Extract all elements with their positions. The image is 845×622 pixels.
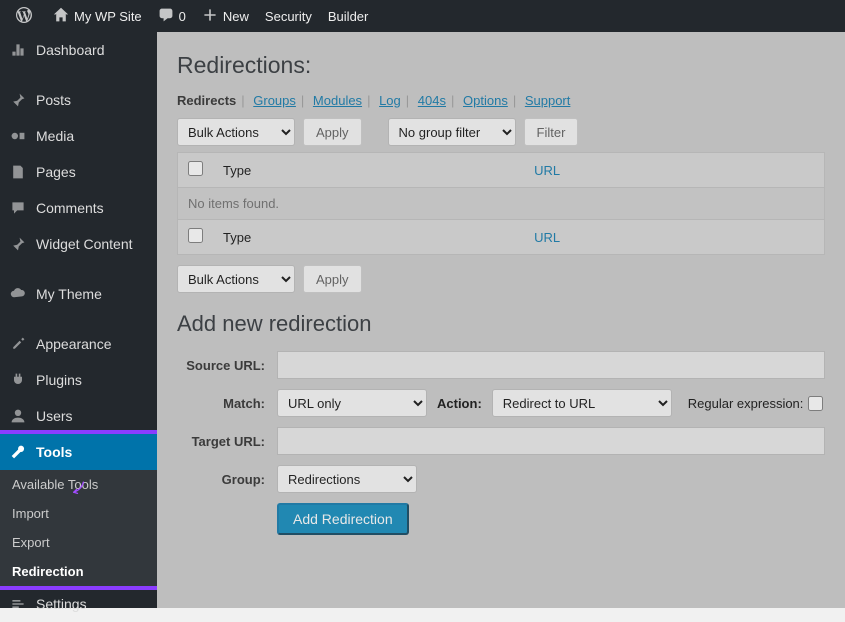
- target-url-label: Target URL:: [177, 434, 277, 449]
- add-redirect-heading: Add new redirection: [177, 311, 825, 337]
- col-url[interactable]: URL: [524, 153, 824, 188]
- submenu-available-tools[interactable]: Available Tools: [0, 470, 157, 499]
- empty-message: No items found.: [178, 188, 825, 220]
- comment-count: 0: [179, 9, 186, 24]
- tools-submenu: Available Tools Import Export Redirectio…: [0, 470, 157, 586]
- match-label: Match:: [177, 396, 277, 411]
- target-url-input[interactable]: [277, 427, 825, 455]
- sidebar-item-appearance[interactable]: Appearance: [0, 326, 157, 362]
- sidebar-item-mytheme[interactable]: My Theme: [0, 276, 157, 312]
- filter-button[interactable]: Filter: [524, 118, 579, 146]
- tab-modules[interactable]: Modules: [313, 93, 362, 108]
- action-select[interactable]: Redirect to URL: [492, 389, 672, 417]
- add-redirection-button[interactable]: Add Redirection: [277, 503, 409, 535]
- admin-sidebar: Dashboard Posts Media Pages Comments Wid…: [0, 32, 157, 608]
- comment-icon: [158, 7, 174, 26]
- dashboard-icon: [8, 40, 28, 60]
- pin-icon: [8, 90, 28, 110]
- group-select[interactable]: Redirections: [277, 465, 417, 493]
- sidebar-item-settings[interactable]: Settings: [0, 586, 157, 622]
- plus-icon: [202, 7, 218, 26]
- user-icon: [8, 406, 28, 426]
- select-all-top[interactable]: [188, 161, 203, 176]
- tools-highlight: Tools Available Tools Import Export Redi…: [0, 434, 157, 586]
- media-icon: [8, 126, 28, 146]
- regex-checkbox[interactable]: [808, 396, 823, 411]
- tab-404s[interactable]: 404s: [418, 93, 446, 108]
- bulk-actions-select[interactable]: Bulk Actions: [177, 118, 295, 146]
- submenu-redirection[interactable]: Redirection: [0, 557, 157, 586]
- brush-icon: [8, 334, 28, 354]
- action-label: Action:: [437, 396, 482, 411]
- redirects-table: Type URL No items found. Type URL: [177, 152, 825, 255]
- sidebar-item-pages[interactable]: Pages: [0, 154, 157, 190]
- col-type[interactable]: Type: [213, 153, 524, 188]
- tab-options[interactable]: Options: [463, 93, 508, 108]
- new-link[interactable]: New: [194, 0, 257, 32]
- tab-groups[interactable]: Groups: [253, 93, 296, 108]
- source-url-input[interactable]: [277, 351, 825, 379]
- tab-log[interactable]: Log: [379, 93, 401, 108]
- sidebar-item-widget[interactable]: Widget Content: [0, 226, 157, 262]
- bulk-actions-select-bottom[interactable]: Bulk Actions: [177, 265, 295, 293]
- sidebar-item-dashboard[interactable]: Dashboard: [0, 32, 157, 68]
- pin-icon: [8, 234, 28, 254]
- regex-label: Regular expression:: [688, 396, 804, 411]
- sidebar-item-users[interactable]: Users: [0, 398, 157, 434]
- site-name: My WP Site: [74, 9, 142, 24]
- sidebar-item-plugins[interactable]: Plugins: [0, 362, 157, 398]
- group-label: Group:: [177, 472, 277, 487]
- subnav-tabs: Redirects| Groups| Modules| Log| 404s| O…: [177, 93, 825, 108]
- apply-button-bottom[interactable]: Apply: [303, 265, 362, 293]
- home-icon: [53, 7, 69, 26]
- sliders-icon: [8, 594, 28, 614]
- plug-icon: [8, 370, 28, 390]
- page-title: Redirections:: [177, 52, 825, 79]
- sidebar-item-comments[interactable]: Comments: [0, 190, 157, 226]
- wrench-icon: [8, 442, 28, 462]
- wordpress-icon: [16, 7, 32, 26]
- submenu-import[interactable]: Import: [0, 499, 157, 528]
- match-select[interactable]: URL only: [277, 389, 427, 417]
- comment-icon: [8, 198, 28, 218]
- apply-button[interactable]: Apply: [303, 118, 362, 146]
- admin-toolbar: My WP Site 0 New Security Builder: [0, 0, 845, 32]
- comments-link[interactable]: 0: [150, 0, 194, 32]
- tab-redirects[interactable]: Redirects: [177, 93, 236, 108]
- security-link[interactable]: Security: [257, 0, 320, 32]
- main-content: Redirections: Redirects| Groups| Modules…: [157, 32, 845, 608]
- cloud-icon: [8, 284, 28, 304]
- select-all-bottom[interactable]: [188, 228, 203, 243]
- builder-link[interactable]: Builder: [320, 0, 376, 32]
- sidebar-item-media[interactable]: Media: [0, 118, 157, 154]
- sidebar-item-tools[interactable]: Tools: [0, 434, 157, 470]
- group-filter-select[interactable]: No group filter: [388, 118, 516, 146]
- tab-support[interactable]: Support: [525, 93, 571, 108]
- page-icon: [8, 162, 28, 182]
- submenu-export[interactable]: Export: [0, 528, 157, 557]
- wp-logo[interactable]: [8, 0, 45, 32]
- site-link[interactable]: My WP Site: [45, 0, 150, 32]
- sidebar-item-posts[interactable]: Posts: [0, 82, 157, 118]
- source-url-label: Source URL:: [177, 358, 277, 373]
